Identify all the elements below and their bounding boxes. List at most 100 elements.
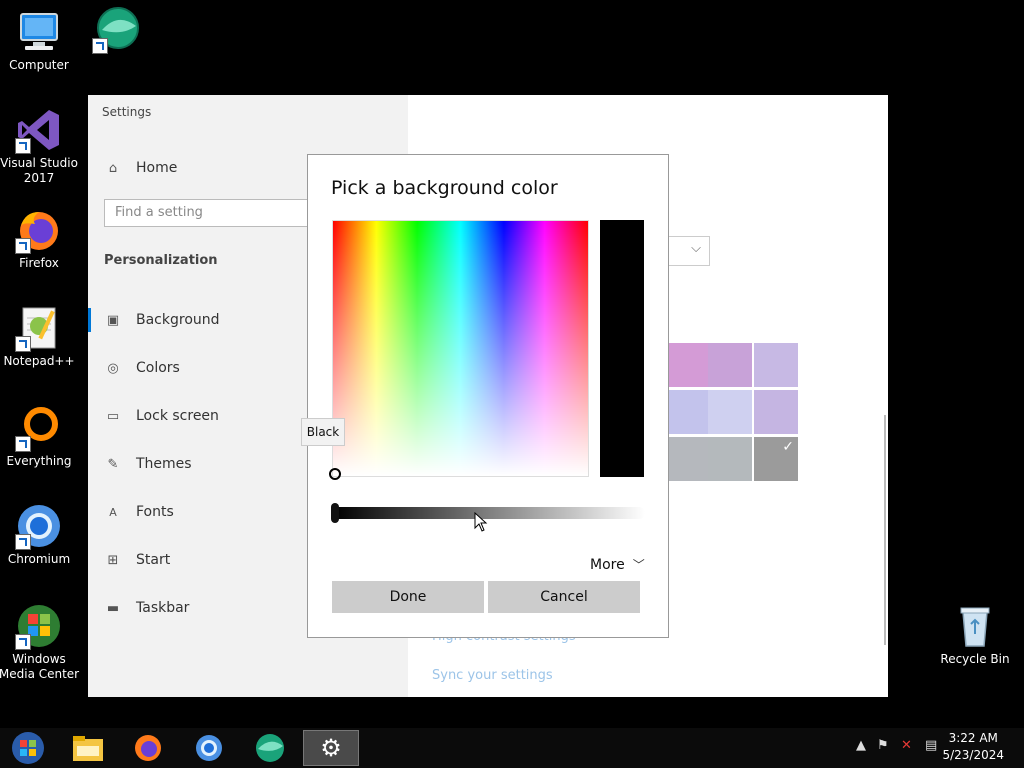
window-title: Settings xyxy=(102,105,152,119)
nav-home[interactable]: ⌂ Home xyxy=(104,156,177,180)
selected-indicator xyxy=(88,308,91,332)
desktop-icon-label: Notepad++ xyxy=(3,354,75,368)
system-clock[interactable]: 3:22 AM 5/23/2024 xyxy=(942,730,1004,764)
themes-icon: ✎ xyxy=(107,456,119,472)
chromium-icon xyxy=(196,735,222,761)
network-icon[interactable]: ▤ xyxy=(925,738,937,753)
clock-time: 3:22 AM xyxy=(948,731,998,745)
scrollbar[interactable] xyxy=(884,415,886,645)
desktop-icon-label: Computer xyxy=(9,58,69,72)
mouse-cursor-icon xyxy=(474,512,488,532)
search-input[interactable]: Find a setting xyxy=(104,199,324,227)
chevron-down-icon: ⌵ xyxy=(691,241,701,256)
desktop-icon-windows-media-center[interactable]: Windows Media Center xyxy=(0,602,81,682)
nav-label: Background xyxy=(136,312,220,328)
palette-icon: ◎ xyxy=(107,360,119,376)
visual-studio-icon xyxy=(15,106,63,154)
desktop-icon-visual-studio[interactable]: Visual Studio 2017 xyxy=(0,106,81,186)
desktop-icon-screenshot[interactable] xyxy=(74,6,158,56)
windows-media-center-icon xyxy=(15,602,63,650)
nav-label: Themes xyxy=(136,456,192,472)
desktop-icon-firefox[interactable]: Firefox xyxy=(0,206,81,271)
color-swatch[interactable] xyxy=(754,390,798,434)
volume-muted-icon[interactable]: ✕ xyxy=(901,738,912,753)
nav-fonts[interactable]: A Fonts xyxy=(104,500,174,524)
color-swatch[interactable] xyxy=(754,343,798,387)
nav-themes[interactable]: ✎ Themes xyxy=(104,452,192,476)
settings-gear-icon: ⚙ xyxy=(320,734,342,762)
chevron-down-icon: ﹀ xyxy=(632,558,645,572)
picture-icon: ▣ xyxy=(106,312,120,328)
action-center-icon[interactable]: ⚑ xyxy=(877,738,889,753)
value-slider[interactable] xyxy=(331,503,645,523)
sync-settings-link[interactable]: Sync your settings xyxy=(432,668,553,683)
nav-start[interactable]: ⊞ Start xyxy=(104,548,171,572)
taskbar: ⚙ ▲ ⚑ ✕ ▤ 3:22 AM 5/23/2024 xyxy=(0,728,1024,768)
show-hidden-icons[interactable]: ▲ xyxy=(856,738,866,753)
nav-label: Taskbar xyxy=(136,600,190,616)
nav-lock-screen[interactable]: ▭ Lock screen xyxy=(104,404,219,428)
taskbar-settings[interactable]: ⚙ xyxy=(303,730,359,766)
more-toggle[interactable]: More ﹀ xyxy=(590,556,645,573)
nav-colors[interactable]: ◎ Colors xyxy=(104,356,180,380)
nav-label: Colors xyxy=(136,360,180,376)
taskbar-firefox[interactable] xyxy=(120,730,176,766)
color-swatch[interactable] xyxy=(708,390,752,434)
nav-background[interactable]: ▣ Background xyxy=(104,308,220,332)
checkmark-icon: ✓ xyxy=(782,439,794,455)
desktop-icon-everything[interactable]: Everything xyxy=(0,404,81,469)
nav-label: Lock screen xyxy=(136,408,219,424)
desktop-icon-computer[interactable]: Computer xyxy=(0,8,81,73)
recycle-bin-icon xyxy=(951,602,999,650)
color-swatch[interactable] xyxy=(667,343,711,387)
color-swatch[interactable] xyxy=(667,390,711,434)
screenshot-app-icon xyxy=(256,734,284,762)
color-swatch-selected[interactable]: ✓ xyxy=(754,437,798,481)
desktop-icon-label: Visual Studio 2017 xyxy=(0,156,78,185)
screenshot-app-icon xyxy=(92,6,140,54)
more-label: More xyxy=(590,556,625,573)
color-spectrum[interactable] xyxy=(329,220,589,480)
taskbar-file-explorer[interactable] xyxy=(60,730,116,766)
nav-label: Start xyxy=(136,552,171,568)
color-preview xyxy=(600,220,644,477)
desktop-icon-label: Recycle Bin xyxy=(940,652,1010,666)
lock-screen-icon: ▭ xyxy=(106,408,120,424)
taskbar-chromium[interactable] xyxy=(181,730,237,766)
color-swatch[interactable] xyxy=(708,343,752,387)
start-orb-icon xyxy=(12,732,44,764)
slider-thumb[interactable] xyxy=(331,503,339,523)
firefox-icon xyxy=(135,735,161,761)
dialog-title: Pick a background color xyxy=(331,177,558,199)
home-icon: ⌂ xyxy=(108,160,118,176)
taskbar-icon: ▬ xyxy=(106,600,120,616)
start-icon: ⊞ xyxy=(107,552,119,568)
desktop-icon-label: Windows Media Center xyxy=(0,652,80,681)
color-picker-dialog: Pick a background color More ﹀ Done Canc… xyxy=(307,154,669,638)
nav-home-label: Home xyxy=(136,160,178,176)
desktop-icon-label: Firefox xyxy=(19,256,59,270)
firefox-icon xyxy=(15,206,63,254)
computer-icon xyxy=(15,8,63,56)
desktop-icon-label: Chromium xyxy=(7,552,71,566)
done-button[interactable]: Done xyxy=(332,581,484,613)
file-explorer-icon xyxy=(73,736,103,761)
nav-label: Fonts xyxy=(136,504,174,520)
color-tooltip: Black xyxy=(301,418,345,446)
color-swatch[interactable] xyxy=(708,437,752,481)
desktop-icon-notepad-plus-plus[interactable]: Notepad++ xyxy=(0,304,81,369)
desktop-icon-chromium[interactable]: Chromium xyxy=(0,502,81,567)
desktop-icon-recycle-bin[interactable]: Recycle Bin xyxy=(933,602,1017,667)
nav-taskbar[interactable]: ▬ Taskbar xyxy=(104,596,190,620)
section-heading: Personalization xyxy=(104,253,218,268)
spectrum-selector[interactable] xyxy=(329,468,341,480)
cancel-button[interactable]: Cancel xyxy=(488,581,640,613)
taskbar-screenshot-app[interactable] xyxy=(242,730,298,766)
start-button[interactable] xyxy=(0,730,56,766)
everything-search-icon xyxy=(15,404,63,452)
desktop-icon-label: Everything xyxy=(6,454,72,468)
notepad-plus-plus-icon xyxy=(15,304,63,352)
chromium-icon xyxy=(15,502,63,550)
color-swatch[interactable] xyxy=(667,437,711,481)
fonts-icon: A xyxy=(109,505,117,519)
